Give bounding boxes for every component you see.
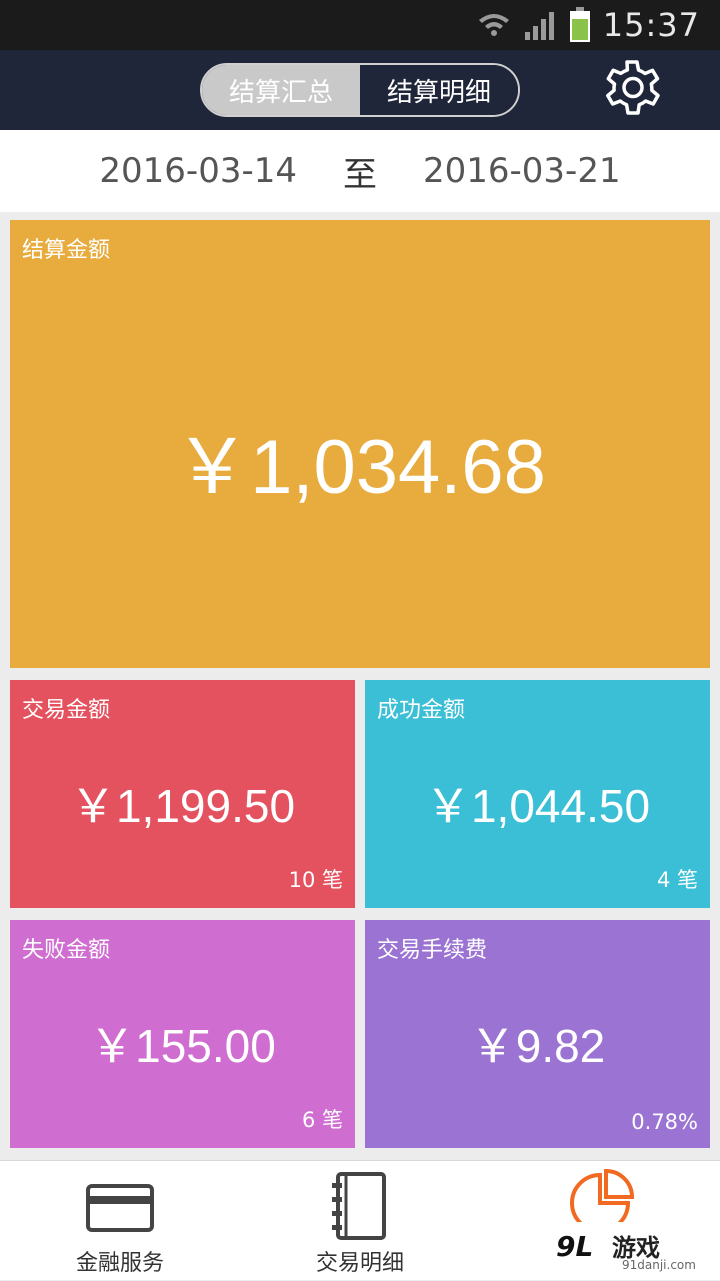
- success-amount: ￥1,044.50: [424, 780, 651, 832]
- start-date[interactable]: 2016-03-14: [99, 151, 297, 191]
- tile-label: 成功金额: [377, 698, 466, 723]
- view-switcher: 结算汇总 结算明细: [200, 63, 520, 117]
- settings-gear-icon[interactable]: [600, 58, 664, 122]
- app-header: 结算汇总 结算明细: [0, 50, 720, 130]
- tab-financial-services[interactable]: 金融服务: [0, 1161, 240, 1281]
- tab-label: 交易明细: [315, 1251, 404, 1276]
- fee-amount: ￥9.82: [469, 1020, 606, 1072]
- date-range[interactable]: 2016-03-14 至 2016-03-21: [0, 130, 720, 212]
- card-icon: [86, 1184, 154, 1232]
- date-separator: 至: [343, 154, 377, 195]
- wifi-icon: [478, 14, 509, 36]
- transaction-fee-tile[interactable]: 交易手续费 ￥9.82 0.78%: [365, 920, 710, 1148]
- notebook-icon: [332, 1172, 386, 1240]
- end-date[interactable]: 2016-03-21: [423, 151, 621, 191]
- transaction-amount: ￥1,199.50: [69, 780, 296, 832]
- status-time: 15:37: [602, 6, 700, 44]
- tile-label: 失败金额: [22, 938, 111, 963]
- status-bar: 15:37: [0, 0, 720, 50]
- settlement-amount-tile[interactable]: 结算金额 ￥1,034.68: [10, 220, 710, 668]
- transaction-count: 10 笔: [288, 868, 343, 892]
- tile-label: 交易金额: [22, 698, 111, 723]
- settlement-amount: ￥1,034.68: [174, 425, 546, 510]
- transaction-amount-tile[interactable]: 交易金额 ￥1,199.50 10 笔: [10, 680, 355, 908]
- watermark: 9L 游戏 91danji.com: [542, 1222, 720, 1280]
- failed-amount: ￥155.00: [89, 1020, 276, 1072]
- tab-label: 金融服务: [75, 1251, 164, 1276]
- tab-settlement-summary[interactable]: 结算汇总: [202, 65, 360, 115]
- failed-amount-tile[interactable]: 失败金额 ￥155.00 6 笔: [10, 920, 355, 1148]
- success-count: 4 笔: [656, 868, 698, 892]
- tab-settlement-detail[interactable]: 结算明细: [360, 65, 518, 115]
- failed-count: 6 笔: [301, 1108, 343, 1132]
- tab-transaction-detail[interactable]: 交易明细: [240, 1161, 480, 1281]
- battery-icon: [569, 7, 590, 42]
- tile-label: 结算金额: [22, 238, 111, 263]
- watermark-url: 91danji.com: [622, 1258, 696, 1272]
- watermark-logo: 9L: [556, 1230, 594, 1263]
- success-amount-tile[interactable]: 成功金额 ￥1,044.50 4 笔: [365, 680, 710, 908]
- fee-rate: 0.78%: [631, 1110, 698, 1134]
- signal-icon: [524, 12, 554, 40]
- tile-label: 交易手续费: [377, 938, 488, 963]
